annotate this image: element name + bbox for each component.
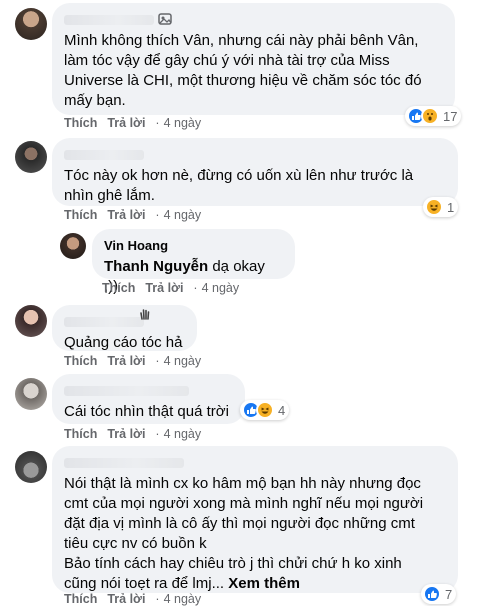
reaction-summary[interactable]: 7 — [421, 584, 457, 604]
mention-tag[interactable]: Thanh Nguyễn — [104, 258, 208, 275]
reaction-summary[interactable]: 1 — [423, 197, 459, 217]
blurred-author-name[interactable] — [64, 458, 184, 468]
timestamp[interactable]: 4 ngày — [202, 281, 240, 295]
like-button[interactable]: Thích — [64, 116, 97, 130]
separator: · — [155, 208, 160, 222]
comment-actions: Thích Trả lời · 4 ngày — [64, 116, 211, 130]
comment-text: Nói thật là mình cx ko hâm mộ bạn hh này… — [64, 474, 446, 594]
reply-button[interactable]: Trả lời — [107, 592, 145, 606]
reaction-count: 17 — [443, 108, 458, 124]
reaction-summary[interactable]: 17 — [405, 106, 462, 126]
reaction-count: 4 — [278, 402, 286, 418]
timestamp[interactable]: 4 ngày — [164, 427, 202, 441]
comment-actions: Thích Trả lời · 4 ngày — [64, 427, 211, 441]
haha-icon — [425, 198, 443, 216]
blurred-author-name[interactable] — [64, 317, 144, 327]
wow-icon — [421, 107, 439, 125]
reply-button[interactable]: Trả lời — [145, 281, 183, 295]
timestamp[interactable]: 4 ngày — [164, 116, 202, 130]
blurred-author-name[interactable] — [64, 15, 154, 25]
haha-icon — [256, 401, 274, 419]
blurred-author-name[interactable] — [64, 150, 144, 160]
timestamp[interactable]: 4 ngày — [164, 592, 202, 606]
like-icon — [423, 585, 441, 603]
author-name[interactable]: Vin Hoang — [104, 238, 283, 253]
comment-actions: Thích Trả lời · 4 ngày — [64, 354, 211, 368]
avatar[interactable] — [15, 8, 47, 40]
comment-bubble: Nói thật là mình cx ko hâm mộ bạn hh này… — [52, 446, 458, 593]
like-button[interactable]: Thích — [64, 427, 97, 441]
avatar[interactable] — [15, 378, 47, 410]
like-button[interactable]: Thích — [64, 354, 97, 368]
comment-bubble: Vin Hoang Thanh Nguyễn dạ okay ;)) — [92, 229, 295, 295]
image-icon — [158, 13, 172, 25]
avatar[interactable] — [60, 233, 86, 259]
comment-text: Cái tóc nhìn thật quá trời — [64, 403, 229, 420]
timestamp[interactable]: 4 ngày — [164, 208, 202, 222]
reply-button[interactable]: Trả lời — [107, 208, 145, 222]
comment-actions: Thích Trả lời · 4 ngày — [64, 208, 211, 222]
comment-text: Quảng cáo tóc hả — [64, 334, 183, 351]
like-button[interactable]: Thích — [64, 208, 97, 222]
reaction-count: 7 — [445, 586, 453, 602]
comment-actions: Thích Trả lời · 4 ngày — [102, 281, 249, 295]
comment-text: Mình không thích Vân, nhưng cái này phải… — [64, 32, 422, 109]
reply-button[interactable]: Trả lời — [107, 427, 145, 441]
blurred-author-name[interactable] — [64, 386, 189, 396]
timestamp[interactable]: 4 ngày — [164, 354, 202, 368]
reaction-summary[interactable]: 4 — [240, 400, 290, 420]
avatar[interactable] — [15, 305, 47, 337]
comment-bubble: Quảng cáo tóc hả — [52, 305, 197, 351]
like-button[interactable]: Thích — [64, 592, 97, 606]
like-button[interactable]: Thích — [102, 281, 135, 295]
comment-bubble: Cái tóc nhìn thật quá trời — [52, 374, 245, 424]
reply-button[interactable]: Trả lời — [107, 354, 145, 368]
comment-text: Tóc này ok hơn nè, đừng có uốn xù lên nh… — [64, 167, 414, 204]
reaction-count: 1 — [447, 199, 455, 215]
comment-bubble: Tóc này ok hơn nè, đừng có uốn xù lên nh… — [52, 138, 458, 206]
comment-actions: Thích Trả lời · 4 ngày — [64, 592, 211, 606]
waving-hand-icon — [138, 307, 152, 320]
separator: · — [155, 427, 160, 441]
separator: · — [155, 354, 160, 368]
separator: · — [193, 281, 198, 295]
see-more-link[interactable]: Xem thêm — [228, 575, 300, 592]
avatar[interactable] — [15, 141, 47, 173]
separator: · — [155, 592, 160, 606]
separator: · — [155, 116, 160, 130]
reply-button[interactable]: Trả lời — [107, 116, 145, 130]
avatar[interactable] — [15, 451, 47, 483]
comment-bubble: Mình không thích Vân, nhưng cái này phải… — [52, 3, 455, 115]
